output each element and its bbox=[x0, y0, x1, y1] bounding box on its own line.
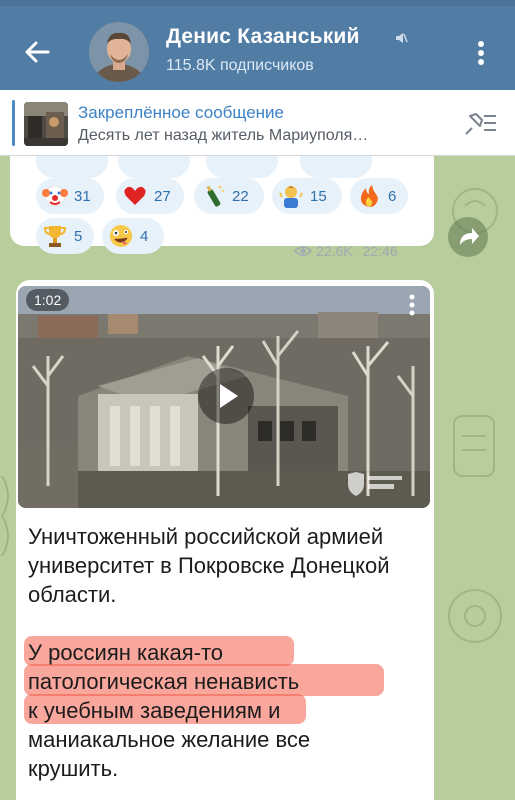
reaction-trophy[interactable]: 5 bbox=[36, 218, 94, 254]
menu-button[interactable] bbox=[469, 38, 493, 68]
reaction-champagne[interactable]: 22 bbox=[194, 178, 264, 214]
view-count: 22.6K bbox=[316, 243, 353, 259]
police-watermark-logo bbox=[344, 470, 404, 498]
unpin-button[interactable] bbox=[462, 110, 498, 138]
post-text-line: патологическая ненависть bbox=[28, 669, 300, 694]
trophy-emoji-icon bbox=[43, 226, 67, 247]
channel-name[interactable]: Денис Казанський bbox=[166, 25, 360, 49]
wallpaper-doodle bbox=[448, 589, 502, 643]
status-bar bbox=[0, 0, 515, 6]
message-time: 22:46 bbox=[362, 243, 398, 259]
pinned-indicator bbox=[12, 100, 15, 146]
heart-emoji-icon bbox=[124, 186, 146, 205]
reaction-chip[interactable] bbox=[118, 156, 190, 178]
reaction-shrug[interactable]: 15 bbox=[272, 178, 342, 214]
video-menu-button[interactable] bbox=[404, 292, 420, 318]
video-duration: 1:02 bbox=[26, 289, 70, 311]
post-text-paragraph-1: Уничтоженный российской армией университ… bbox=[28, 524, 390, 607]
reaction-count: 5 bbox=[74, 227, 83, 245]
shrug-emoji-icon bbox=[279, 186, 303, 208]
post-text-line: к учебным заведениям и bbox=[28, 698, 281, 723]
post-text-line: крушить. bbox=[28, 756, 119, 781]
wallpaper-doodle bbox=[0, 475, 9, 557]
more-vertical-icon bbox=[409, 294, 415, 316]
share-button[interactable] bbox=[448, 217, 488, 257]
reaction-zany[interactable]: 4 bbox=[102, 218, 164, 254]
post-text-paragraph-2: У россиян какая-то патологическая ненави… bbox=[28, 638, 428, 783]
clown-emoji-icon bbox=[42, 185, 68, 207]
unpin-icon bbox=[465, 113, 496, 135]
reaction-count: 6 bbox=[388, 187, 397, 205]
post-text-line: маниакальное желание все bbox=[28, 727, 311, 752]
more-vertical-icon bbox=[478, 41, 484, 65]
pinned-text: Десять лет назад житель Мариуполя… bbox=[78, 127, 369, 144]
champagne-emoji-icon bbox=[206, 185, 225, 207]
play-button[interactable] bbox=[198, 368, 254, 424]
wallpaper-doodle bbox=[453, 415, 495, 477]
reaction-count: 27 bbox=[154, 187, 171, 205]
reaction-chip[interactable] bbox=[36, 156, 108, 178]
message-meta: 22.6K 22:46 bbox=[294, 243, 398, 259]
pinned-thumbnail bbox=[24, 102, 68, 146]
reaction-count: 31 bbox=[74, 187, 91, 205]
reaction-chip[interactable] bbox=[206, 156, 278, 178]
reaction-count: 4 bbox=[140, 227, 149, 245]
chat-area[interactable]: 31 27 22 15 6 5 4 22.6K 22:46 1:02 Уничт… bbox=[0, 156, 515, 800]
chat-header: Денис Казанський 115.8K подписчиков bbox=[0, 0, 515, 90]
reaction-fire[interactable]: 6 bbox=[350, 178, 408, 214]
fire-emoji-icon bbox=[360, 185, 378, 207]
pinned-message-bar[interactable]: Закреплённое сообщение Десять лет назад … bbox=[0, 90, 515, 156]
share-arrow-icon bbox=[460, 228, 479, 245]
mute-icon bbox=[394, 30, 408, 44]
channel-avatar[interactable] bbox=[89, 22, 149, 82]
pinned-title: Закреплённое сообщение bbox=[78, 103, 284, 122]
arrow-left-icon bbox=[25, 41, 50, 63]
subscriber-count: 115.8K подписчиков bbox=[166, 57, 314, 74]
reaction-heart[interactable]: 27 bbox=[116, 178, 184, 214]
reaction-count: 15 bbox=[310, 187, 327, 205]
back-button[interactable] bbox=[20, 34, 56, 70]
zany-face-emoji-icon bbox=[110, 225, 132, 247]
post-text-line: У россиян какая-то bbox=[28, 640, 224, 665]
eye-icon bbox=[294, 246, 312, 256]
reaction-count: 22 bbox=[232, 187, 249, 205]
reaction-clown[interactable]: 31 bbox=[36, 178, 104, 214]
reaction-chip[interactable] bbox=[300, 156, 372, 178]
play-icon bbox=[220, 384, 238, 408]
